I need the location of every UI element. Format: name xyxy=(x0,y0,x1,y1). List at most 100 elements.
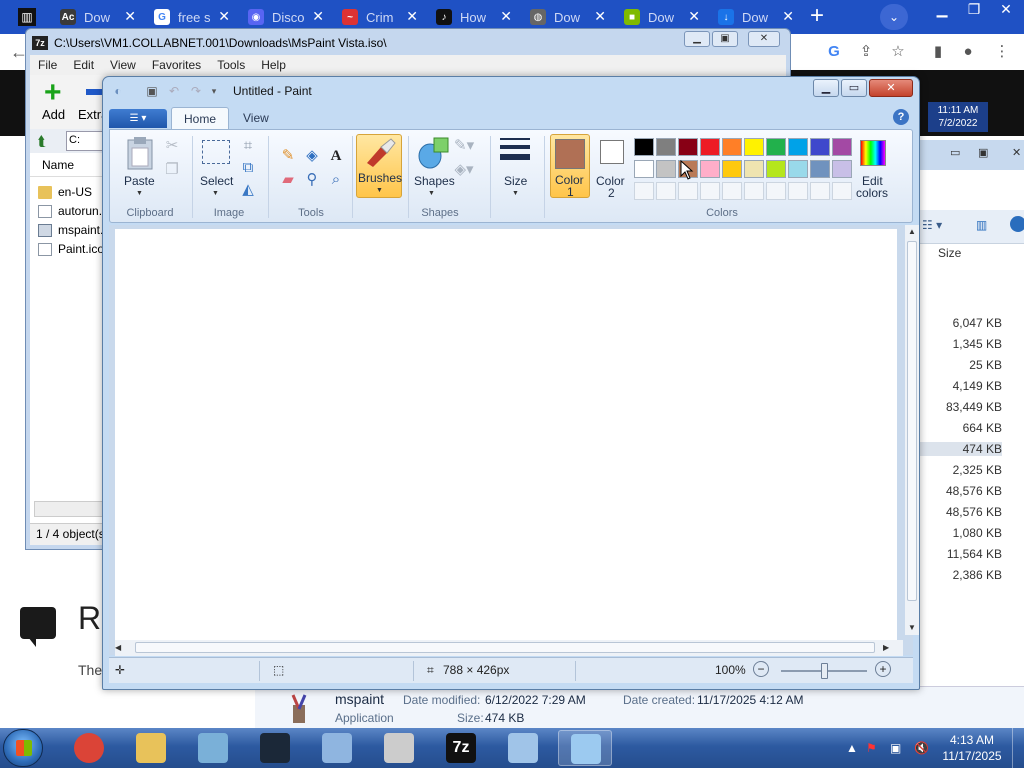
tab-home[interactable]: Home xyxy=(171,107,230,129)
minimize-button[interactable]: ▁ xyxy=(926,0,958,18)
file-size-cell[interactable]: 4,149 KB xyxy=(912,379,1002,393)
close-tab-icon[interactable]: ✕ xyxy=(312,8,324,25)
palette-swatch[interactable] xyxy=(656,160,676,178)
bookmark-star-icon[interactable]: ☆ xyxy=(888,42,908,62)
palette-swatch[interactable] xyxy=(722,160,742,178)
crop-icon[interactable]: ⌗ xyxy=(238,136,258,156)
custom-color-slot[interactable] xyxy=(766,182,786,200)
color1-button[interactable]: Color 1 xyxy=(550,134,590,199)
taskbar-steam-button[interactable] xyxy=(248,730,302,766)
menu-favorites[interactable]: Favorites xyxy=(144,55,209,75)
taskbar-paint-brushes-button[interactable] xyxy=(496,730,550,766)
file-size-cell[interactable]: 1,080 KB xyxy=(912,526,1002,540)
text-icon[interactable]: A xyxy=(326,146,346,166)
rotate-icon[interactable]: ◭ xyxy=(238,180,258,200)
custom-color-slot[interactable] xyxy=(810,182,830,200)
file-size-cell[interactable]: 25 KB xyxy=(912,358,1002,372)
share-icon[interactable]: ⇪ xyxy=(856,42,876,62)
tray-clock[interactable]: 4:13 AM 11/17/2025 xyxy=(936,732,1008,764)
palette-swatch[interactable] xyxy=(700,160,720,178)
close-button[interactable]: ✕ xyxy=(1012,146,1021,159)
resize-icon[interactable]: ⧉ xyxy=(238,158,258,178)
browser-tab[interactable]: Ac Dow ✕ xyxy=(52,4,142,30)
maximize-button[interactable]: ▣ xyxy=(712,31,738,47)
close-tab-icon[interactable]: ✕ xyxy=(500,8,512,25)
file-size-cell[interactable]: 83,449 KB xyxy=(912,400,1002,414)
menu-tools[interactable]: Tools xyxy=(209,55,253,75)
brushes-button[interactable]: Brushes ▼ xyxy=(356,134,402,198)
action-center-icon[interactable]: ⚑ xyxy=(866,741,877,755)
browser-tab[interactable]: ■ Dow ✕ xyxy=(616,4,706,30)
taskbar-disc-button[interactable] xyxy=(372,730,426,766)
palette-swatch[interactable] xyxy=(832,160,852,178)
close-tab-icon[interactable]: ✕ xyxy=(782,8,794,25)
menu-view[interactable]: View xyxy=(102,55,144,75)
palette-swatch[interactable] xyxy=(766,160,786,178)
file-size-cell[interactable]: 6,047 KB xyxy=(912,316,1002,330)
palette-swatch[interactable] xyxy=(634,160,654,178)
scroll-up-icon[interactable]: ▲ xyxy=(908,227,916,236)
file-size-cell[interactable]: 1,345 KB xyxy=(912,337,1002,351)
custom-color-slot[interactable] xyxy=(744,182,764,200)
google-icon[interactable]: G xyxy=(824,42,844,62)
quick-access-dropdown-icon[interactable]: ▾ xyxy=(207,84,221,98)
zoom-out-button[interactable]: − xyxy=(753,661,769,677)
file-size-cell[interactable]: 48,576 KB xyxy=(912,505,1002,519)
browser-tab[interactable]: ♪ How ✕ xyxy=(428,4,518,30)
taskbar-paint-old-button[interactable] xyxy=(186,730,240,766)
list-item[interactable]: mspaint. xyxy=(38,221,103,239)
palette-swatch[interactable] xyxy=(788,138,808,156)
taskbar-explorer-button[interactable] xyxy=(124,730,178,766)
close-tab-icon[interactable]: ✕ xyxy=(406,8,418,25)
copy-icon[interactable]: ❐ xyxy=(162,160,182,180)
taskbar-paint-active-button[interactable] xyxy=(558,730,612,766)
side-panel-icon[interactable]: ▮ xyxy=(928,42,948,62)
file-size-cell[interactable]: 48,576 KB xyxy=(912,484,1002,498)
file-size-cell[interactable]: 474 KB xyxy=(912,442,1002,456)
palette-swatch[interactable] xyxy=(700,138,720,156)
close-tab-icon[interactable]: ✕ xyxy=(594,8,606,25)
eraser-icon[interactable]: ▰ xyxy=(278,170,298,190)
start-button[interactable] xyxy=(3,729,43,767)
undo-icon[interactable]: ↶ xyxy=(167,84,181,98)
close-button[interactable]: ✕ xyxy=(990,0,1022,18)
scroll-left-icon[interactable]: ◀ xyxy=(115,643,121,652)
menu-help[interactable]: Help xyxy=(253,55,294,75)
taskbar-7zip-button[interactable]: 7z xyxy=(434,730,488,766)
scroll-down-icon[interactable]: ▼ xyxy=(908,623,916,632)
custom-color-slot[interactable] xyxy=(832,182,852,200)
browser-tab[interactable]: Gfree s ✕ xyxy=(146,4,236,30)
save-icon[interactable]: ▣ xyxy=(145,84,159,98)
horizontal-scrollbar[interactable]: ◀ ▶ xyxy=(115,640,903,656)
column-header-size[interactable]: Size xyxy=(938,246,961,260)
palette-swatch[interactable] xyxy=(788,160,808,178)
browser-tab[interactable]: ◉ Disco ✕ xyxy=(240,4,330,30)
cut-icon[interactable]: ✂ xyxy=(162,136,182,156)
fill-shape-icon[interactable]: ◈▾ xyxy=(454,160,474,180)
palette-swatch[interactable] xyxy=(744,138,764,156)
list-item[interactable]: Paint.ico xyxy=(38,240,104,258)
maximize-button[interactable]: ▭ xyxy=(841,79,867,97)
profile-icon[interactable]: ● xyxy=(958,42,978,62)
browser-menu-icon[interactable]: ▥ xyxy=(18,8,36,26)
close-button[interactable]: ✕ xyxy=(869,79,913,97)
taskbar-chrome-button[interactable] xyxy=(62,730,116,766)
palette-swatch[interactable] xyxy=(810,160,830,178)
file-size-cell[interactable]: 2,386 KB xyxy=(912,568,1002,582)
help-icon[interactable]: ? xyxy=(893,109,909,125)
file-size-cell[interactable]: 11,564 KB xyxy=(912,547,1002,561)
redo-icon[interactable]: ↷ xyxy=(189,84,203,98)
magnifier-icon[interactable]: ⌕ xyxy=(326,170,346,190)
palette-swatch[interactable] xyxy=(832,138,852,156)
custom-color-slot[interactable] xyxy=(634,182,654,200)
zoom-slider-thumb[interactable] xyxy=(821,663,828,679)
menu-file[interactable]: File xyxy=(30,55,65,75)
tray-expand-icon[interactable]: ▲ xyxy=(846,741,858,755)
palette-swatch[interactable] xyxy=(678,138,698,156)
vertical-scrollbar[interactable]: ▲ ▼ xyxy=(905,225,919,635)
list-item[interactable]: en-US xyxy=(38,183,92,201)
maximize-button[interactable]: ▣ xyxy=(978,146,988,159)
palette-swatch[interactable] xyxy=(744,160,764,178)
minimize-button[interactable]: ▁ xyxy=(684,31,710,47)
more-menu-icon[interactable]: ⋮ xyxy=(992,42,1012,62)
